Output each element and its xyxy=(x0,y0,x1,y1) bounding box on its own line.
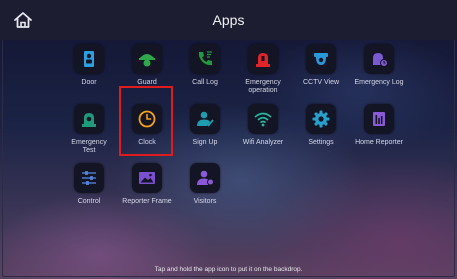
emergency-operation-icon xyxy=(256,53,270,67)
app-tile[interactable] xyxy=(190,163,220,193)
control-icon xyxy=(82,171,96,185)
app-tile[interactable] xyxy=(74,104,104,134)
app-cctv-view[interactable]: CCTV View xyxy=(292,44,350,100)
sign-up-icon xyxy=(197,111,214,127)
app-label: Visitors xyxy=(193,198,217,205)
call-log-icon xyxy=(199,51,212,66)
app-label: Home Reporter xyxy=(355,139,403,146)
app-tile[interactable] xyxy=(306,44,336,74)
home-reporter-icon xyxy=(373,112,385,126)
selected-app-highlight xyxy=(119,86,173,156)
app-wifi-analyzer[interactable]: Wifi Analyzer xyxy=(234,104,292,160)
app-door[interactable]: Door xyxy=(60,44,118,100)
app-home-reporter[interactable]: Home Reporter xyxy=(350,104,408,160)
app-control[interactable]: Control xyxy=(60,163,118,219)
app-tile[interactable] xyxy=(306,104,336,134)
app-tile[interactable] xyxy=(74,163,104,193)
app-tile[interactable] xyxy=(190,104,220,134)
app-reporter-frame[interactable]: Reporter Frame xyxy=(118,163,176,219)
door-icon xyxy=(84,51,94,67)
emergency-log-icon xyxy=(373,53,388,67)
app-tile[interactable] xyxy=(190,44,220,74)
cctv-icon xyxy=(314,53,328,65)
top-bar: Apps xyxy=(0,0,457,40)
app-tile[interactable] xyxy=(74,44,104,74)
app-emergency-log[interactable]: Emergency Log xyxy=(350,44,408,100)
settings-icon xyxy=(312,110,330,128)
app-label: Emergency Log xyxy=(354,79,404,86)
app-tile[interactable] xyxy=(132,44,162,74)
apps-screen: Apps Door Guard Call Log Emergency opera… xyxy=(0,0,457,279)
visitors-icon xyxy=(197,170,214,186)
page-title: Apps xyxy=(212,12,245,28)
app-tile[interactable] xyxy=(364,104,394,134)
app-tile[interactable] xyxy=(132,163,162,193)
wifi-icon xyxy=(254,112,272,127)
app-emergency-test[interactable]: Emergency Test xyxy=(60,104,118,160)
reporter-frame-icon xyxy=(139,172,155,184)
app-sign-up[interactable]: Sign Up xyxy=(176,104,234,160)
guard-icon xyxy=(139,54,155,67)
app-tile[interactable] xyxy=(364,44,394,74)
app-tile[interactable] xyxy=(248,104,278,134)
app-settings[interactable]: Settings xyxy=(292,104,350,160)
app-tile[interactable] xyxy=(248,44,278,74)
app-emergency-operation[interactable]: Emergency operation xyxy=(234,44,292,100)
footer-hint: Tap and hold the app icon to put it on t… xyxy=(154,266,303,273)
emergency-test-icon xyxy=(82,113,96,127)
app-visitors[interactable]: Visitors xyxy=(176,163,234,219)
